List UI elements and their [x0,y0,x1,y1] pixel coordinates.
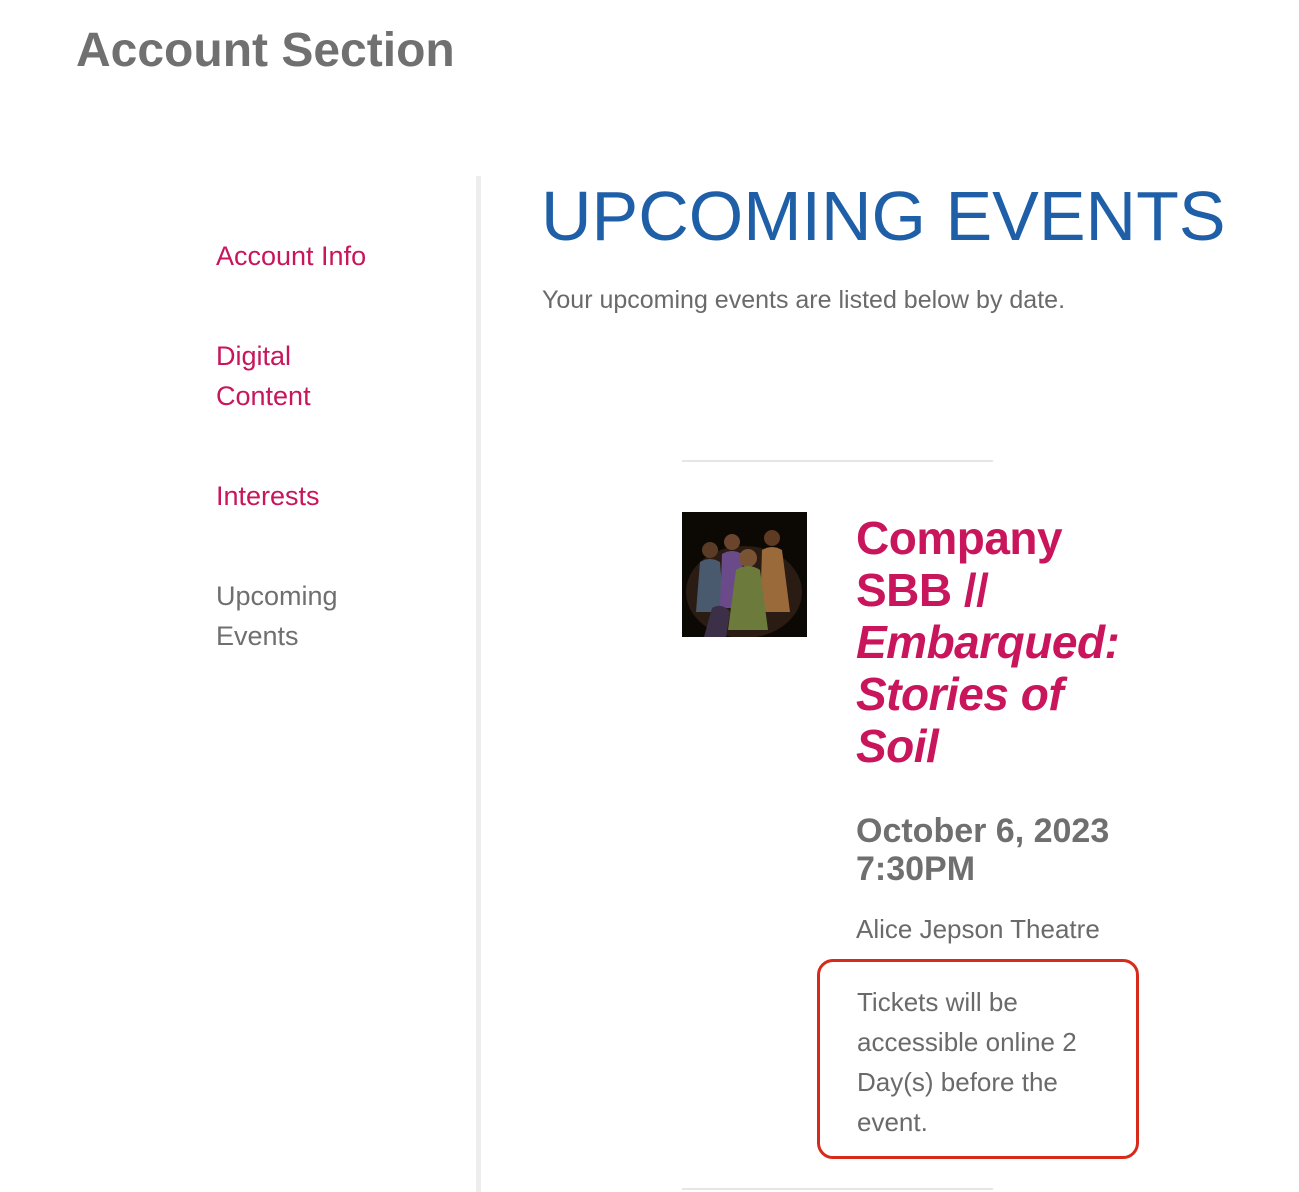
event-venue: Alice Jepson Theatre [856,914,1100,944]
event-photo-dancers [682,512,807,637]
event-divider-bottom [682,1188,993,1190]
event-details: Company SBB // Embarqued: Stories of Soi… [856,512,1156,946]
event-title[interactable]: Company SBB // Embarqued: Stories of Soi… [856,512,1156,772]
page-title: Account Section [76,24,455,77]
event-divider-top [682,460,993,462]
event-date: October 6, 2023 7:30PM [856,812,1110,888]
sidebar-item-digital-content[interactable]: Digital Content [216,336,376,416]
sidebar-item-interests[interactable]: Interests [216,476,376,516]
section-heading: UPCOMING EVENTS [541,177,1226,255]
event-title-prefix: Company SBB // [856,512,1063,616]
ticket-note-box: Tickets will be accessible online 2 Day(… [817,959,1139,1159]
event-title-subtitle: Embarqued: Stories of Soil [856,616,1120,772]
sidebar-item-upcoming-events[interactable]: Upcoming Events [216,576,376,656]
account-sidebar: Account Info Digital Content Interests U… [216,236,416,716]
intro-text: Your upcoming events are listed below by… [542,286,1066,314]
event-thumbnail[interactable] [682,512,807,637]
sidebar-item-account-info[interactable]: Account Info [216,236,376,276]
sidebar-divider [476,176,481,1192]
ticket-note-text: Tickets will be accessible online 2 Day(… [857,987,1077,1137]
